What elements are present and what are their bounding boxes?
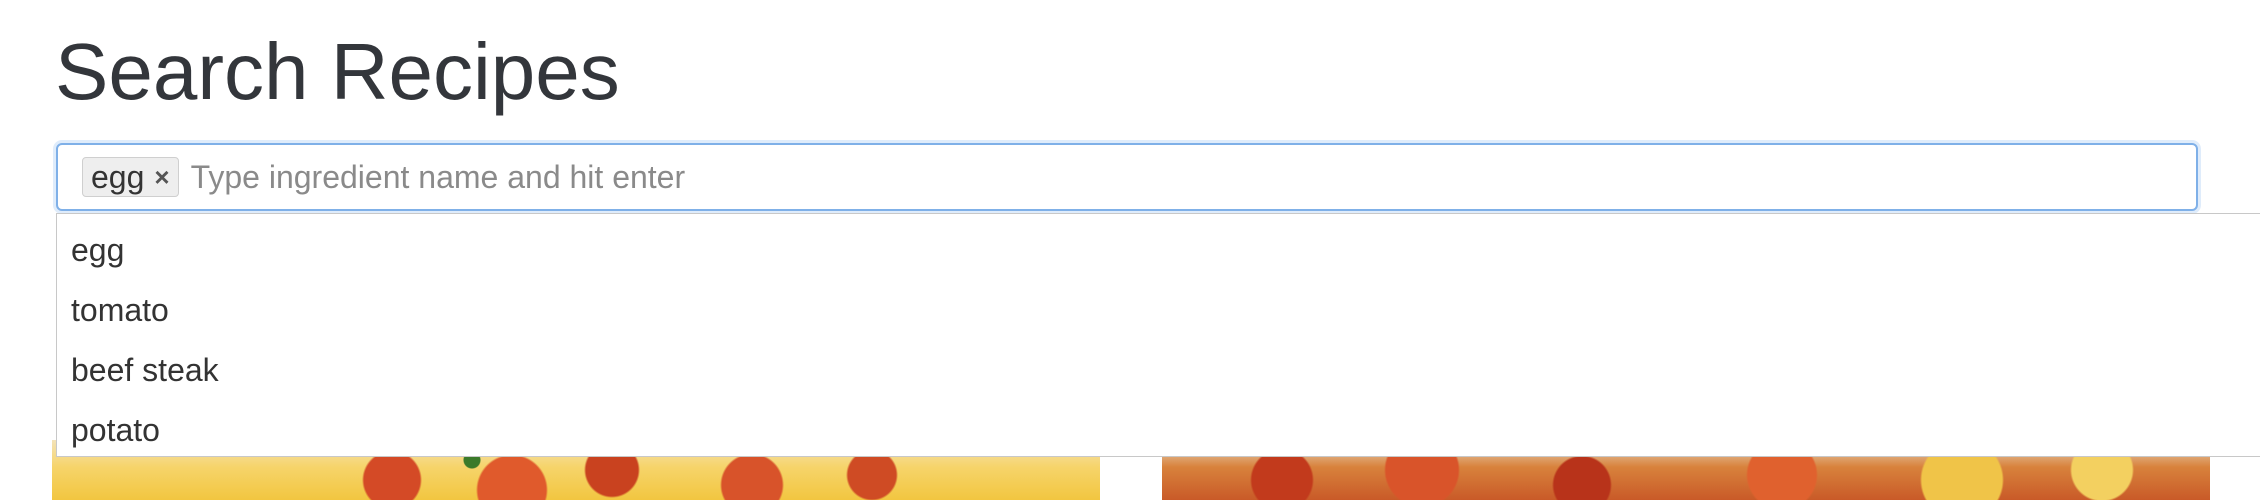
remove-tag-icon[interactable]: × — [154, 157, 169, 197]
recipe-search-page: Search Recipes egg × egg tomato beef ste… — [0, 0, 2260, 500]
suggestion-item-potato[interactable]: potato — [57, 400, 2260, 460]
ingredient-search-input[interactable] — [188, 151, 2196, 203]
page-title: Search Recipes — [55, 27, 620, 116]
ingredient-tag-label: egg — [91, 159, 145, 195]
suggestion-item-tomato[interactable]: tomato — [57, 280, 2260, 340]
ingredient-search-box[interactable]: egg × — [56, 143, 2198, 211]
ingredient-tag: egg × — [82, 157, 179, 197]
suggestion-item-beef-steak[interactable]: beef steak — [57, 340, 2260, 400]
suggestion-item-egg[interactable]: egg — [57, 220, 2260, 280]
ingredient-suggestions-dropdown: egg tomato beef steak potato — [56, 213, 2260, 457]
